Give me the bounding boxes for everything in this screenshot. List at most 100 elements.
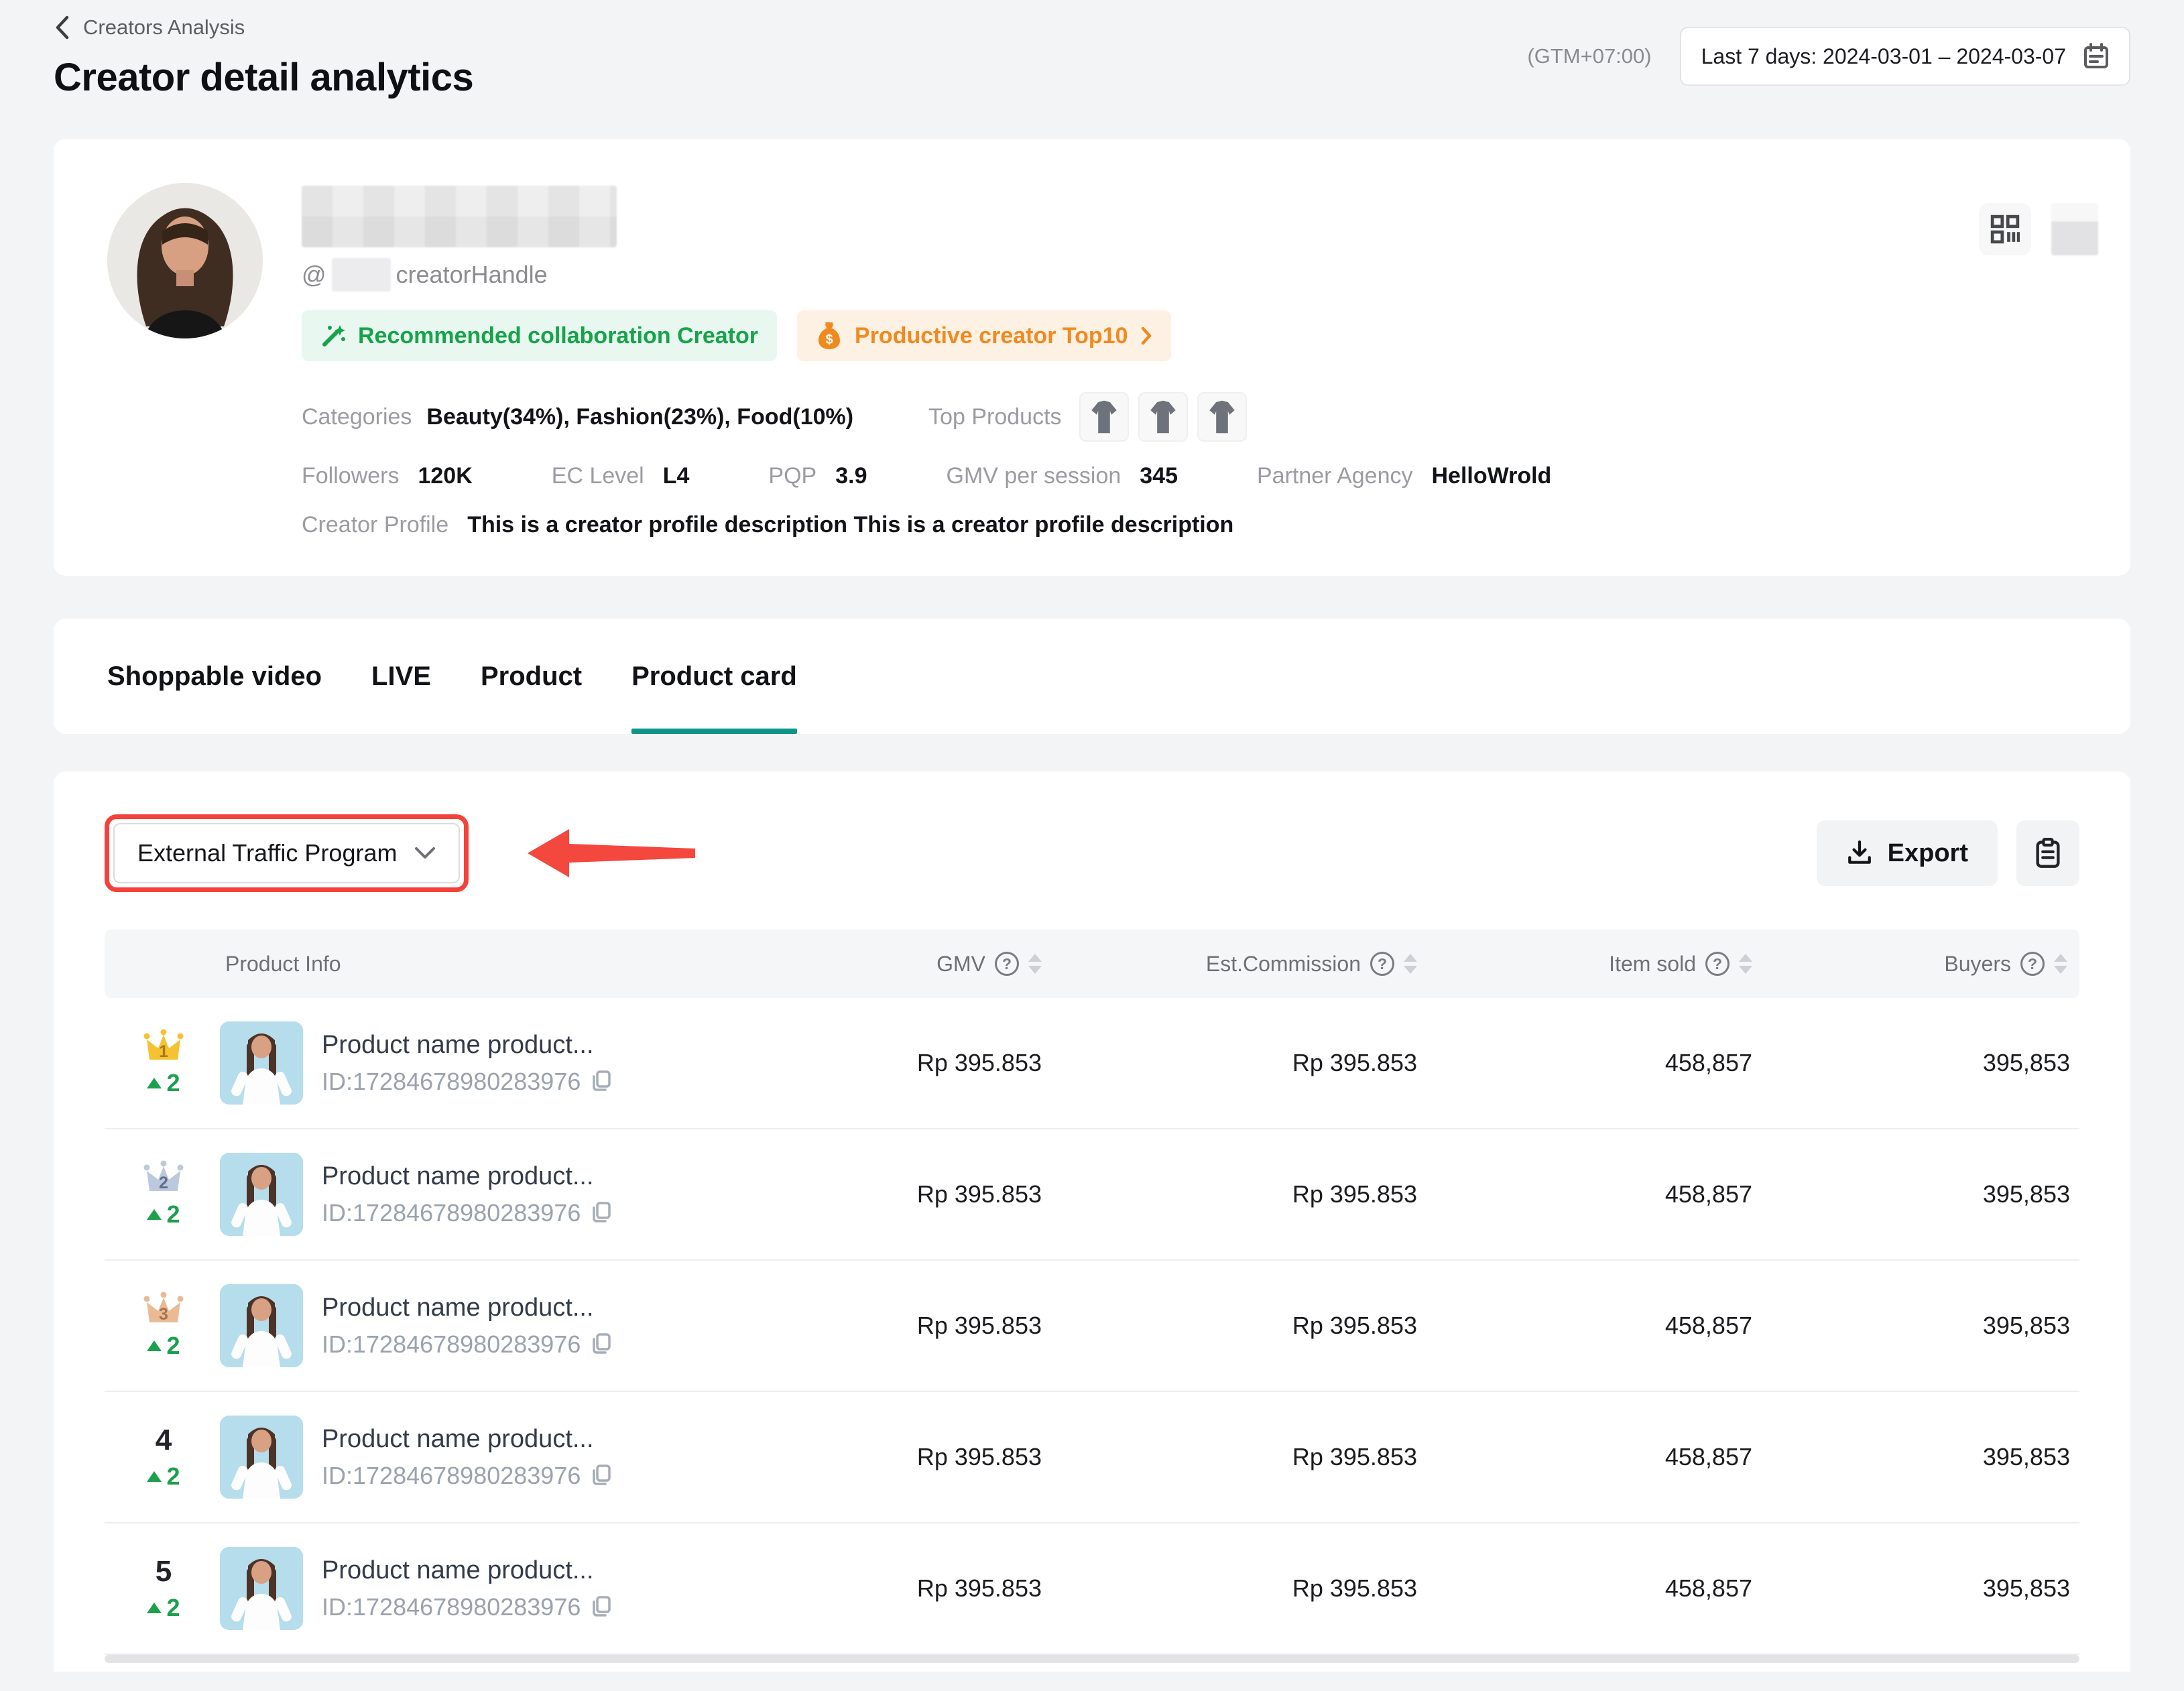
creator-name-blurred xyxy=(302,186,617,247)
rank-badge: 5 2 xyxy=(123,1555,204,1622)
creator-profile-description-row: Creator Profile This is a creator profil… xyxy=(302,512,2098,538)
copy-icon[interactable] xyxy=(590,1201,613,1225)
analytics-tabs-card: Shoppable video LIVE Product Product car… xyxy=(54,619,2130,734)
sort-icon[interactable] xyxy=(1028,954,1042,974)
sort-icon[interactable] xyxy=(2054,954,2067,974)
product-info: Product name product... ID:1728467898028… xyxy=(322,1556,613,1621)
help-icon[interactable]: ? xyxy=(2020,952,2045,976)
export-button[interactable]: Export xyxy=(1817,820,1998,886)
date-range-picker[interactable]: Last 7 days: 2024-03-01 – 2024-03-07 xyxy=(1680,27,2130,86)
product-image xyxy=(220,1547,303,1630)
traffic-program-dropdown[interactable]: External Traffic Program xyxy=(113,823,460,883)
stat-gmv-per-session: GMV per session 345 xyxy=(947,463,1178,489)
rank-badge: 4 2 xyxy=(123,1424,204,1491)
handle-blurred-part xyxy=(332,258,391,292)
rank-badge: 3 2 xyxy=(123,1292,204,1360)
breadcrumb-label: Creators Analysis xyxy=(83,15,245,40)
product-image xyxy=(220,1021,303,1105)
product-id-row: ID:17284678980283976 xyxy=(322,1330,613,1359)
creator-stats-row: Followers 120K EC Level L4 PQP 3.9 GMV p… xyxy=(302,463,2098,489)
creator-info: @ creatorHandle Recommended collaboratio… xyxy=(302,183,2098,538)
handle-at: @ xyxy=(302,261,326,289)
table-row: 4 2 Product name product... ID:172846789… xyxy=(105,1392,2079,1523)
product-id-row: ID:17284678980283976 xyxy=(322,1593,613,1621)
coat-icon xyxy=(1207,399,1237,435)
column-gmv: GMV ? xyxy=(833,952,1047,977)
rank-change: 2 xyxy=(147,1462,180,1491)
tab-product[interactable]: Product xyxy=(481,619,582,734)
copy-icon[interactable] xyxy=(590,1070,613,1094)
product-thumbnail[interactable] xyxy=(1138,392,1188,442)
help-icon[interactable]: ? xyxy=(995,952,1019,976)
sort-icon[interactable] xyxy=(1404,954,1417,974)
product-id: ID:17284678980283976 xyxy=(322,1593,581,1621)
top-products-label: Top Products xyxy=(928,404,1061,430)
commission-value: Rp 395.853 xyxy=(1047,1312,1422,1340)
commission-value: Rp 395.853 xyxy=(1047,1574,1422,1603)
productive-creator-badge[interactable]: $ Productive creator Top10 xyxy=(797,310,1171,361)
export-button-label: Export xyxy=(1888,839,1968,868)
horizontal-scrollbar[interactable] xyxy=(105,1655,2079,1663)
tab-live[interactable]: LIVE xyxy=(371,619,431,734)
product-cell: 3 2 Product name product... ID:172846789… xyxy=(105,1284,833,1367)
svg-text:3: 3 xyxy=(159,1305,168,1324)
product-id: ID:17284678980283976 xyxy=(322,1462,581,1490)
help-icon[interactable]: ? xyxy=(1370,952,1394,976)
blurred-platform-icon xyxy=(2051,203,2098,255)
recommended-collaboration-badge[interactable]: Recommended collaboration Creator xyxy=(302,310,777,361)
download-icon xyxy=(1846,840,1873,867)
highlight-box-annotation: External Traffic Program xyxy=(105,814,469,892)
table-toolbar: External Traffic Program Export xyxy=(105,814,2079,892)
product-name[interactable]: Product name product... xyxy=(322,1425,613,1454)
up-triangle-icon xyxy=(147,1471,162,1482)
product-name[interactable]: Product name product... xyxy=(322,1556,613,1585)
up-triangle-icon xyxy=(147,1078,162,1088)
avatar-illustration xyxy=(107,183,263,338)
product-id-row: ID:17284678980283976 xyxy=(322,1199,613,1227)
timezone-label: (GTM+07:00) xyxy=(1527,44,1651,68)
product-card-table-section: External Traffic Program Export xyxy=(54,771,2130,1672)
magic-wand-icon xyxy=(320,323,346,349)
buyers-value: 395,853 xyxy=(1758,1443,2079,1471)
breadcrumb[interactable]: Creators Analysis xyxy=(54,15,473,40)
help-icon[interactable]: ? xyxy=(1705,952,1730,976)
tab-product-card[interactable]: Product card xyxy=(631,619,797,734)
product-thumbnail[interactable] xyxy=(1079,392,1129,442)
product-name[interactable]: Product name product... xyxy=(322,1031,613,1060)
date-range-label: Last 7 days: 2024-03-01 – 2024-03-07 xyxy=(1701,44,2066,69)
commission-value: Rp 395.853 xyxy=(1047,1443,1422,1471)
product-id-row: ID:17284678980283976 xyxy=(322,1068,613,1096)
product-id-row: ID:17284678980283976 xyxy=(322,1462,613,1490)
red-arrow-annotation xyxy=(528,826,695,880)
product-info: Product name product... ID:1728467898028… xyxy=(322,1031,613,1096)
product-name[interactable]: Product name product... xyxy=(322,1162,613,1191)
product-thumbnail[interactable] xyxy=(1197,392,1247,442)
qr-code-button[interactable] xyxy=(1979,203,2031,255)
copy-icon[interactable] xyxy=(590,1464,613,1488)
sort-icon[interactable] xyxy=(1739,954,1752,974)
item-sold-value: 458,857 xyxy=(1422,1049,1758,1077)
svg-text:$: $ xyxy=(825,332,833,347)
product-image xyxy=(220,1416,303,1499)
up-triangle-icon xyxy=(147,1209,162,1220)
buyers-value: 395,853 xyxy=(1758,1049,2079,1077)
rank-number: 4 xyxy=(156,1424,172,1457)
product-name[interactable]: Product name product... xyxy=(322,1294,613,1322)
commission-value: Rp 395.853 xyxy=(1047,1049,1422,1077)
toolbar-left: External Traffic Program xyxy=(105,814,695,892)
column-product-info: Product Info xyxy=(105,952,833,977)
profile-card-actions xyxy=(1979,203,2098,255)
up-triangle-icon xyxy=(147,1603,162,1613)
copy-icon[interactable] xyxy=(590,1595,613,1619)
clipboard-button[interactable] xyxy=(2016,820,2079,886)
item-sold-value: 458,857 xyxy=(1422,1443,1758,1471)
silver-crown-icon: 2 xyxy=(142,1160,185,1195)
gmv-value: Rp 395.853 xyxy=(833,1312,1047,1340)
table-row: 3 2 Product name product... ID:172846789… xyxy=(105,1261,2079,1392)
coat-icon xyxy=(1148,399,1178,435)
copy-icon[interactable] xyxy=(590,1332,613,1357)
tab-shoppable-video[interactable]: Shoppable video xyxy=(107,619,322,734)
svg-text:2: 2 xyxy=(159,1174,168,1192)
column-buyers: Buyers ? xyxy=(1758,952,2079,977)
svg-text:1: 1 xyxy=(159,1042,168,1061)
